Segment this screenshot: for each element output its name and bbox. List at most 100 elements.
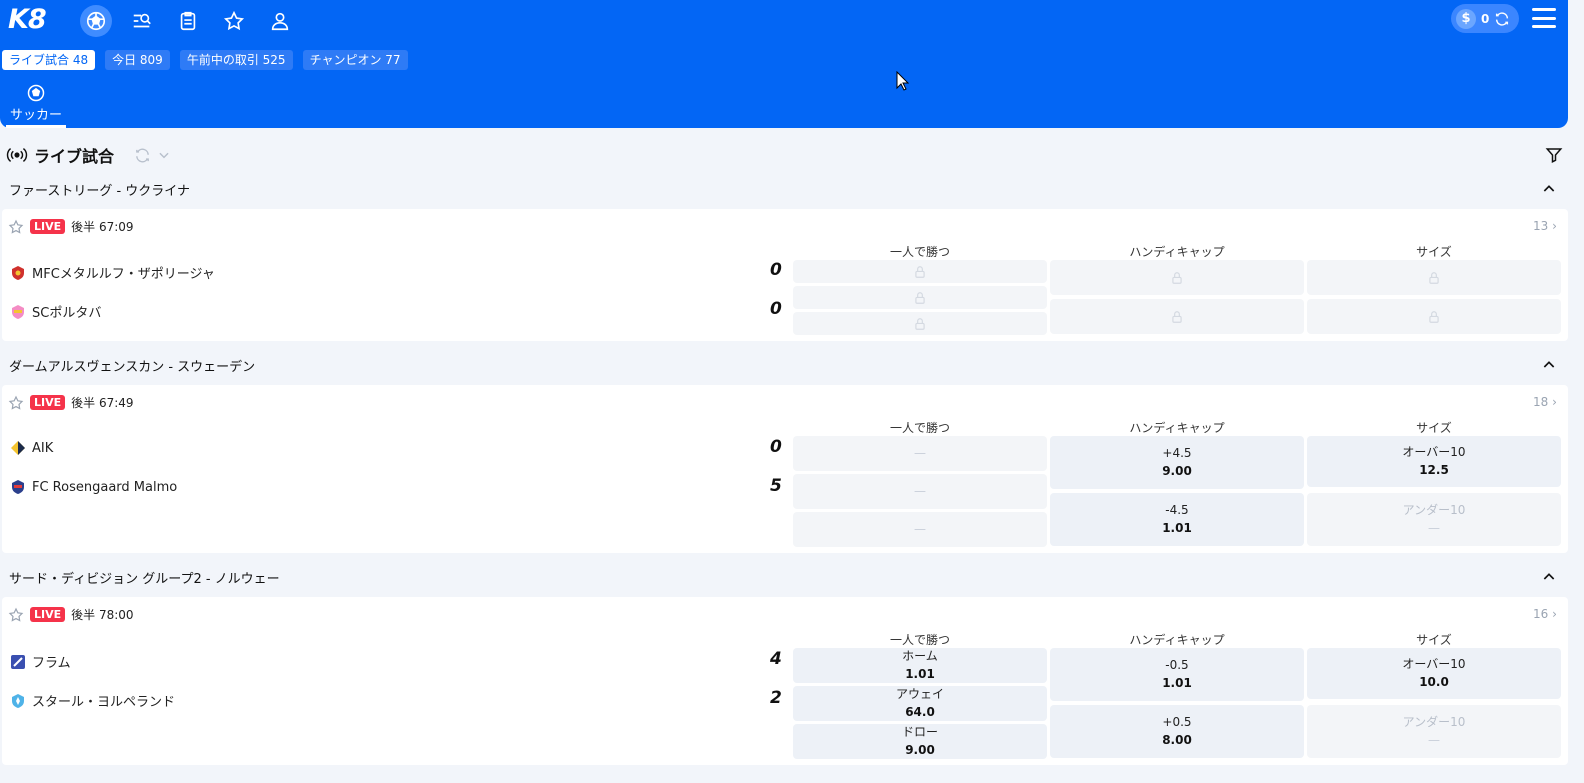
team-crest-icon <box>11 441 25 455</box>
more-markets-link[interactable]: 16 › <box>1533 607 1557 621</box>
mouse-cursor-icon <box>896 71 910 91</box>
lock-icon <box>1429 271 1439 284</box>
match-card: LIVE 後半 67:49 18 › 一人で勝つ ハンディキャップ サイズ AI… <box>2 385 1568 553</box>
sport-tab-label: サッカー <box>9 108 62 123</box>
odd-line: ホーム <box>902 649 938 664</box>
odd-line: オーバー10 <box>1402 445 1466 460</box>
league-header[interactable]: ダームアルスヴェンスカン - スウェーデン <box>0 349 1568 381</box>
locked-odd <box>1050 260 1304 295</box>
odd-value: 64.0 <box>905 704 935 719</box>
chevron-down-icon[interactable] <box>157 148 171 162</box>
odd-value: 1.01 <box>1162 520 1192 535</box>
league-name: ダームアルスヴェンスカン - スウェーデン <box>9 359 256 375</box>
col-head-win: 一人で勝つ <box>889 421 950 435</box>
team-crest-icon <box>12 304 24 319</box>
col-head-handicap: ハンディキャップ <box>1129 421 1225 435</box>
tab-early[interactable]: 午前中の取引 525 <box>179 50 293 70</box>
odd-cell-handicap[interactable]: +0.5 8.00 <box>1050 705 1304 758</box>
league-name: ファーストリーグ - ウクライナ <box>9 183 191 199</box>
search-list-icon[interactable] <box>126 5 158 37</box>
team-name: スタール・ヨルペランド <box>32 695 176 710</box>
locked-odd <box>793 286 1047 309</box>
odd-cell-handicap[interactable]: +4.5 9.00 <box>1050 436 1304 489</box>
star-icon[interactable] <box>218 5 250 37</box>
league-header[interactable]: ファーストリーグ - ウクライナ <box>0 173 1568 205</box>
more-markets-link[interactable]: 18 › <box>1533 395 1557 409</box>
odd-cell-win[interactable]: アウェイ 64.0 <box>793 686 1047 721</box>
chevron-up-icon[interactable] <box>1541 357 1557 373</box>
odd-cell-disabled: — <box>793 512 1047 547</box>
odd-line: アンダー10 <box>1402 503 1466 518</box>
balance-value: 0 <box>1481 11 1490 26</box>
odd-value: 1.01 <box>905 666 935 681</box>
clipboard-icon[interactable] <box>172 5 204 37</box>
team-name: FC Rosengaard Malmo <box>32 479 178 495</box>
odd-value: 12.5 <box>1419 462 1449 477</box>
col-head-win: 一人で勝つ <box>889 245 950 259</box>
match-time: 後半 67:09 <box>71 220 134 234</box>
odd-line: +0.5 <box>1162 715 1192 730</box>
odd-value: — <box>1428 732 1440 747</box>
locked-odd <box>793 260 1047 283</box>
tab-champion[interactable]: チャンピオン 77 <box>302 50 408 70</box>
chevron-up-icon[interactable] <box>1541 181 1557 197</box>
dollar-icon: $ <box>1456 8 1476 29</box>
lock-icon <box>1172 310 1182 323</box>
odd-line: ドロー <box>901 725 938 740</box>
lock-icon <box>915 317 925 330</box>
score-away: 5 <box>770 476 782 496</box>
user-icon[interactable] <box>264 5 296 37</box>
sport-tab-soccer[interactable]: サッカー <box>6 81 66 128</box>
live-badge: LIVE <box>30 607 66 622</box>
team-home: AIK <box>10 440 53 456</box>
odd-line: +4.5 <box>1162 446 1192 461</box>
odd-cell-size-disabled: アンダー10 — <box>1307 705 1561 758</box>
menu-icon[interactable] <box>1532 8 1556 28</box>
balance-pill[interactable]: $ 0 <box>1451 4 1519 33</box>
odd-cell-win[interactable]: ドロー 9.00 <box>793 724 1047 759</box>
tab-live[interactable]: ライブ試合 48 <box>2 50 96 70</box>
col-head-handicap: ハンディキャップ <box>1129 633 1225 647</box>
odd-cell-win[interactable]: ホーム 1.01 <box>793 648 1047 683</box>
team-away: SCポルタバ <box>10 302 101 321</box>
odd-value: 1.01 <box>1162 675 1192 690</box>
league-name: サード・ディビジョン グループ2 - ノルウェー <box>9 571 280 587</box>
team-crest-icon <box>12 480 24 494</box>
odd-cell-handicap[interactable]: -0.5 1.01 <box>1050 648 1304 701</box>
chevron-up-icon[interactable] <box>1541 569 1557 585</box>
filter-tabs: ライブ試合 48 今日 809 午前中の取引 525 チャンピオン 77 <box>2 50 408 70</box>
favorite-star-icon[interactable] <box>8 607 24 623</box>
odd-cell-size[interactable]: オーバー10 12.5 <box>1307 436 1561 487</box>
match-time: 後半 78:00 <box>71 608 134 622</box>
league-header[interactable]: サード・ディビジョン グループ2 - ノルウェー <box>0 561 1568 593</box>
odd-value: 9.00 <box>905 742 935 757</box>
favorite-star-icon[interactable] <box>8 219 24 235</box>
refresh-icon[interactable] <box>1494 11 1510 27</box>
match-card: LIVE 後半 67:09 13 › 一人で勝つ ハンディキャップ サイズ MF… <box>2 209 1568 341</box>
k8-logo[interactable]: K8 <box>8 4 47 35</box>
filter-icon[interactable] <box>1545 146 1563 164</box>
refresh-icon[interactable] <box>134 147 151 164</box>
lock-icon <box>915 291 925 304</box>
lock-icon <box>915 265 925 278</box>
team-name: MFCメタルルフ・ザポリージャ <box>32 267 215 282</box>
team-name: フラム <box>32 656 71 671</box>
soccer-ball-icon[interactable] <box>80 5 112 37</box>
live-section-header: ライブ試合 <box>6 142 171 168</box>
odd-cell-handicap[interactable]: -4.5 1.01 <box>1050 493 1304 546</box>
live-badge: LIVE <box>30 219 66 234</box>
score-away: 0 <box>770 299 782 319</box>
team-crest-icon <box>11 654 25 669</box>
locked-odd <box>793 312 1047 335</box>
top-header: K8 $ 0 ライブ試合 48 今日 809 午前中の取引 525 チャンピオン… <box>0 0 1568 128</box>
tab-today[interactable]: 今日 809 <box>105 50 170 70</box>
odd-line: アウェイ <box>895 687 944 702</box>
odd-line: -0.5 <box>1165 658 1189 673</box>
match-card: LIVE 後半 78:00 16 › 一人で勝つ ハンディキャップ サイズ フラ… <box>2 597 1568 765</box>
lock-icon <box>1172 271 1182 284</box>
more-markets-link[interactable]: 13 › <box>1533 219 1557 233</box>
score-home: 0 <box>770 437 782 457</box>
team-home: MFCメタルルフ・ザポリージャ <box>10 263 215 282</box>
odd-cell-size[interactable]: オーバー10 10.0 <box>1307 648 1561 699</box>
favorite-star-icon[interactable] <box>8 395 24 411</box>
